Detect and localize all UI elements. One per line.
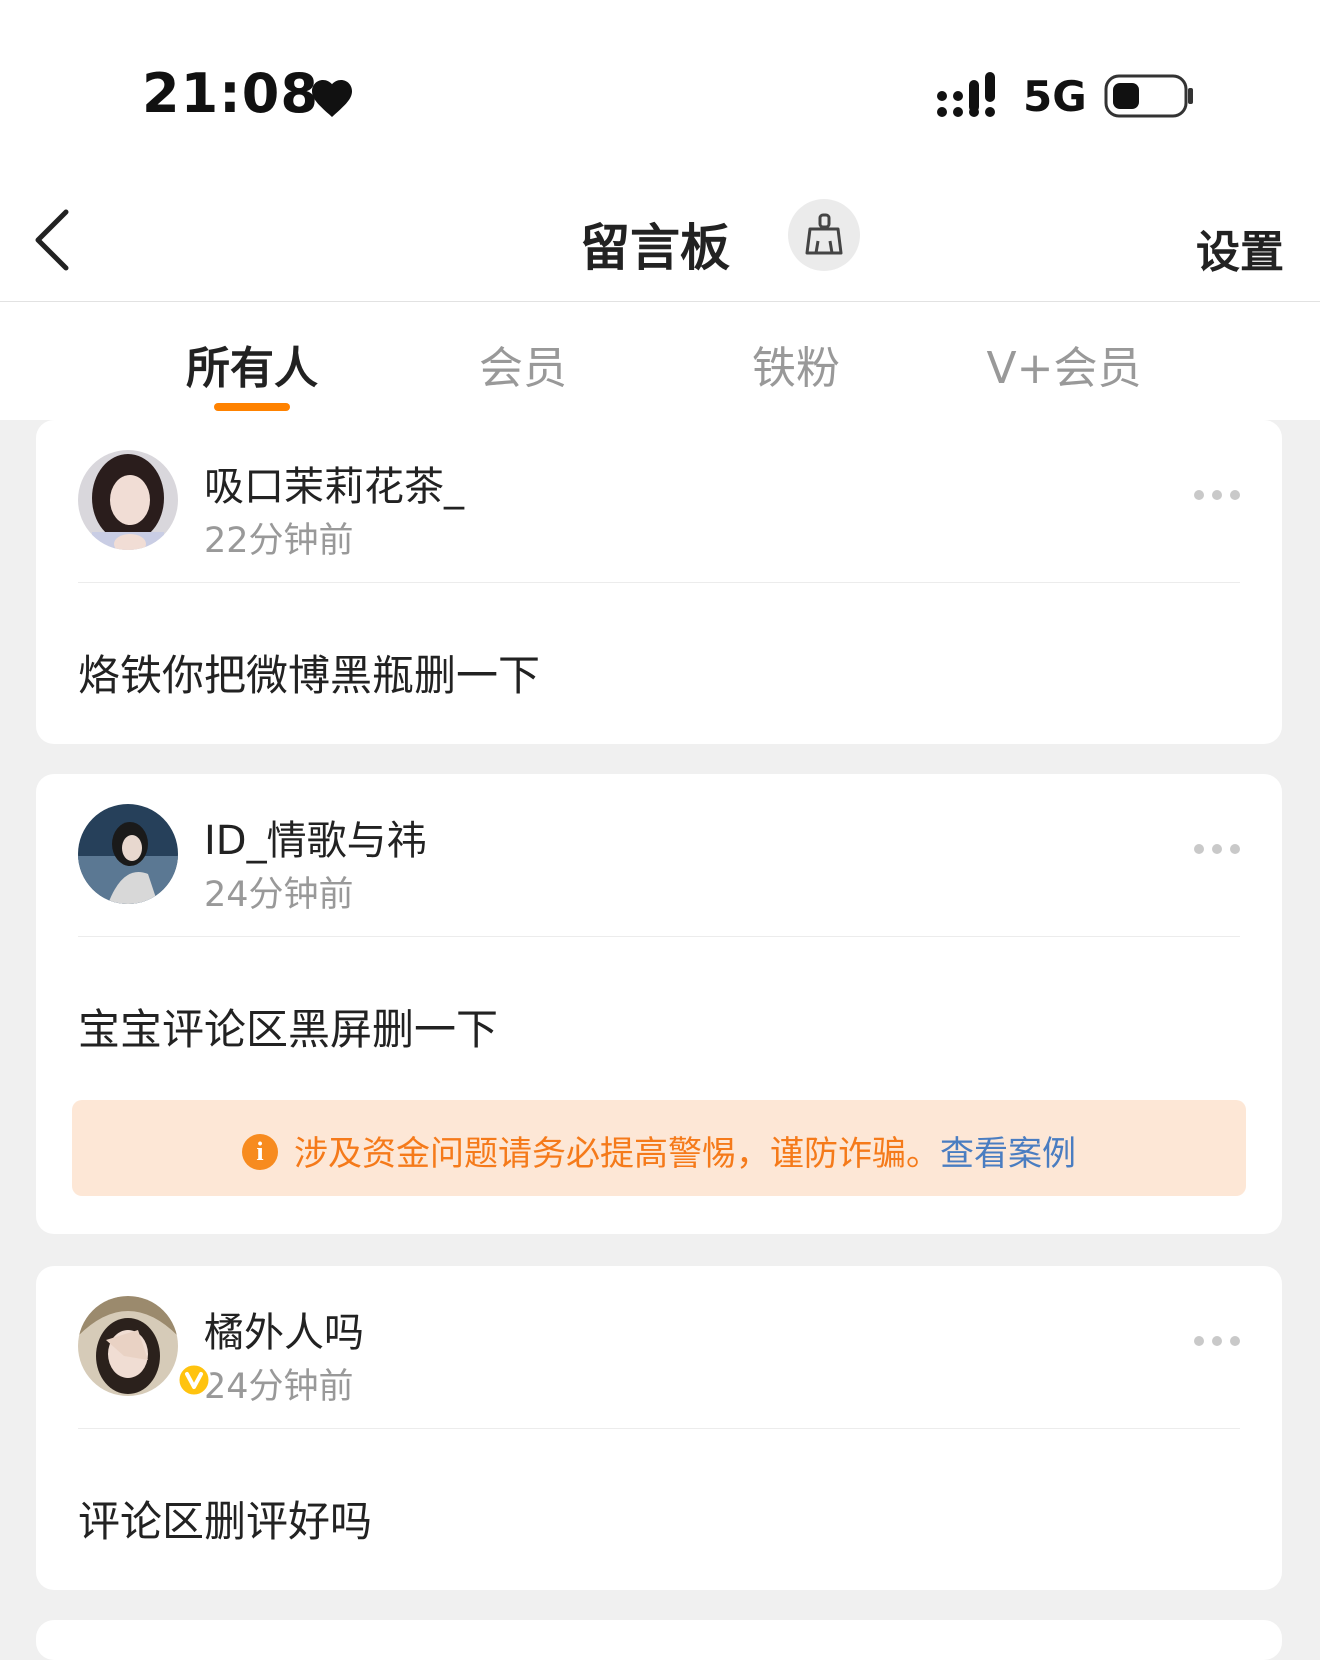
- message-card: 橘外人吗 24分钟前 评论区删评好吗: [36, 1266, 1282, 1590]
- tab-members[interactable]: 会员: [479, 332, 567, 396]
- settings-button[interactable]: 设置: [1196, 216, 1284, 280]
- message-card: 吸口茉莉花茶_ 22分钟前 烙铁你把微博黑瓶删一下: [36, 420, 1282, 744]
- tab-iron-fans[interactable]: 铁粉: [752, 332, 840, 396]
- username[interactable]: ID_情歌与祎: [204, 808, 427, 866]
- verified-badge-icon: [176, 1362, 212, 1398]
- warning-text: 涉及资金问题请务必提高警惕，谨防诈骗。: [294, 1134, 940, 1174]
- tab-everyone[interactable]: 所有人: [186, 332, 318, 396]
- avatar[interactable]: [78, 804, 178, 904]
- network-type: 5G: [1023, 72, 1087, 121]
- post-time: 22分钟前: [204, 521, 354, 561]
- broom-icon: [805, 213, 843, 255]
- post-time: 24分钟前: [204, 875, 354, 915]
- clean-button[interactable]: [788, 199, 860, 271]
- more-icon[interactable]: [1190, 1334, 1244, 1348]
- divider: [78, 1428, 1240, 1429]
- divider: [78, 582, 1240, 583]
- info-icon: i: [242, 1133, 278, 1170]
- username[interactable]: 吸口茉莉花茶_: [204, 454, 464, 512]
- back-arrow-icon[interactable]: [32, 200, 80, 280]
- message-text: 评论区删评好吗: [78, 1497, 373, 1546]
- avatar[interactable]: [78, 450, 178, 550]
- heart-icon: [312, 80, 352, 117]
- message-text: 烙铁你把微博黑瓶删一下: [78, 651, 541, 700]
- signal-icon: [937, 72, 995, 117]
- active-tab-indicator: [214, 403, 290, 411]
- nav-bar: 留言板 设置: [0, 180, 1320, 302]
- message-card: [36, 1620, 1282, 1660]
- status-time: 21:08: [142, 62, 319, 125]
- status-bar: 21:08 5G: [0, 0, 1320, 180]
- page-title: 留言板: [580, 219, 730, 277]
- more-icon[interactable]: [1190, 488, 1244, 502]
- avatar[interactable]: [78, 1296, 178, 1396]
- more-icon[interactable]: [1190, 842, 1244, 856]
- fraud-warning-banner: i 涉及资金问题请务必提高警惕，谨防诈骗。查看案例: [72, 1100, 1246, 1196]
- message-card: ID_情歌与祎 24分钟前 宝宝评论区黑屏删一下 i 涉及资金问题请务必提高警惕，…: [36, 774, 1282, 1234]
- tab-bar: 所有人 会员 铁粉 V+会员: [0, 302, 1320, 420]
- post-time: 24分钟前: [204, 1367, 354, 1407]
- tab-vplus-members[interactable]: V+会员: [987, 332, 1142, 396]
- username[interactable]: 橘外人吗: [204, 1300, 364, 1358]
- view-cases-link[interactable]: 查看案例: [940, 1134, 1076, 1174]
- message-text: 宝宝评论区黑屏删一下: [78, 1005, 499, 1054]
- divider: [78, 936, 1240, 937]
- battery-icon: [1104, 74, 1193, 118]
